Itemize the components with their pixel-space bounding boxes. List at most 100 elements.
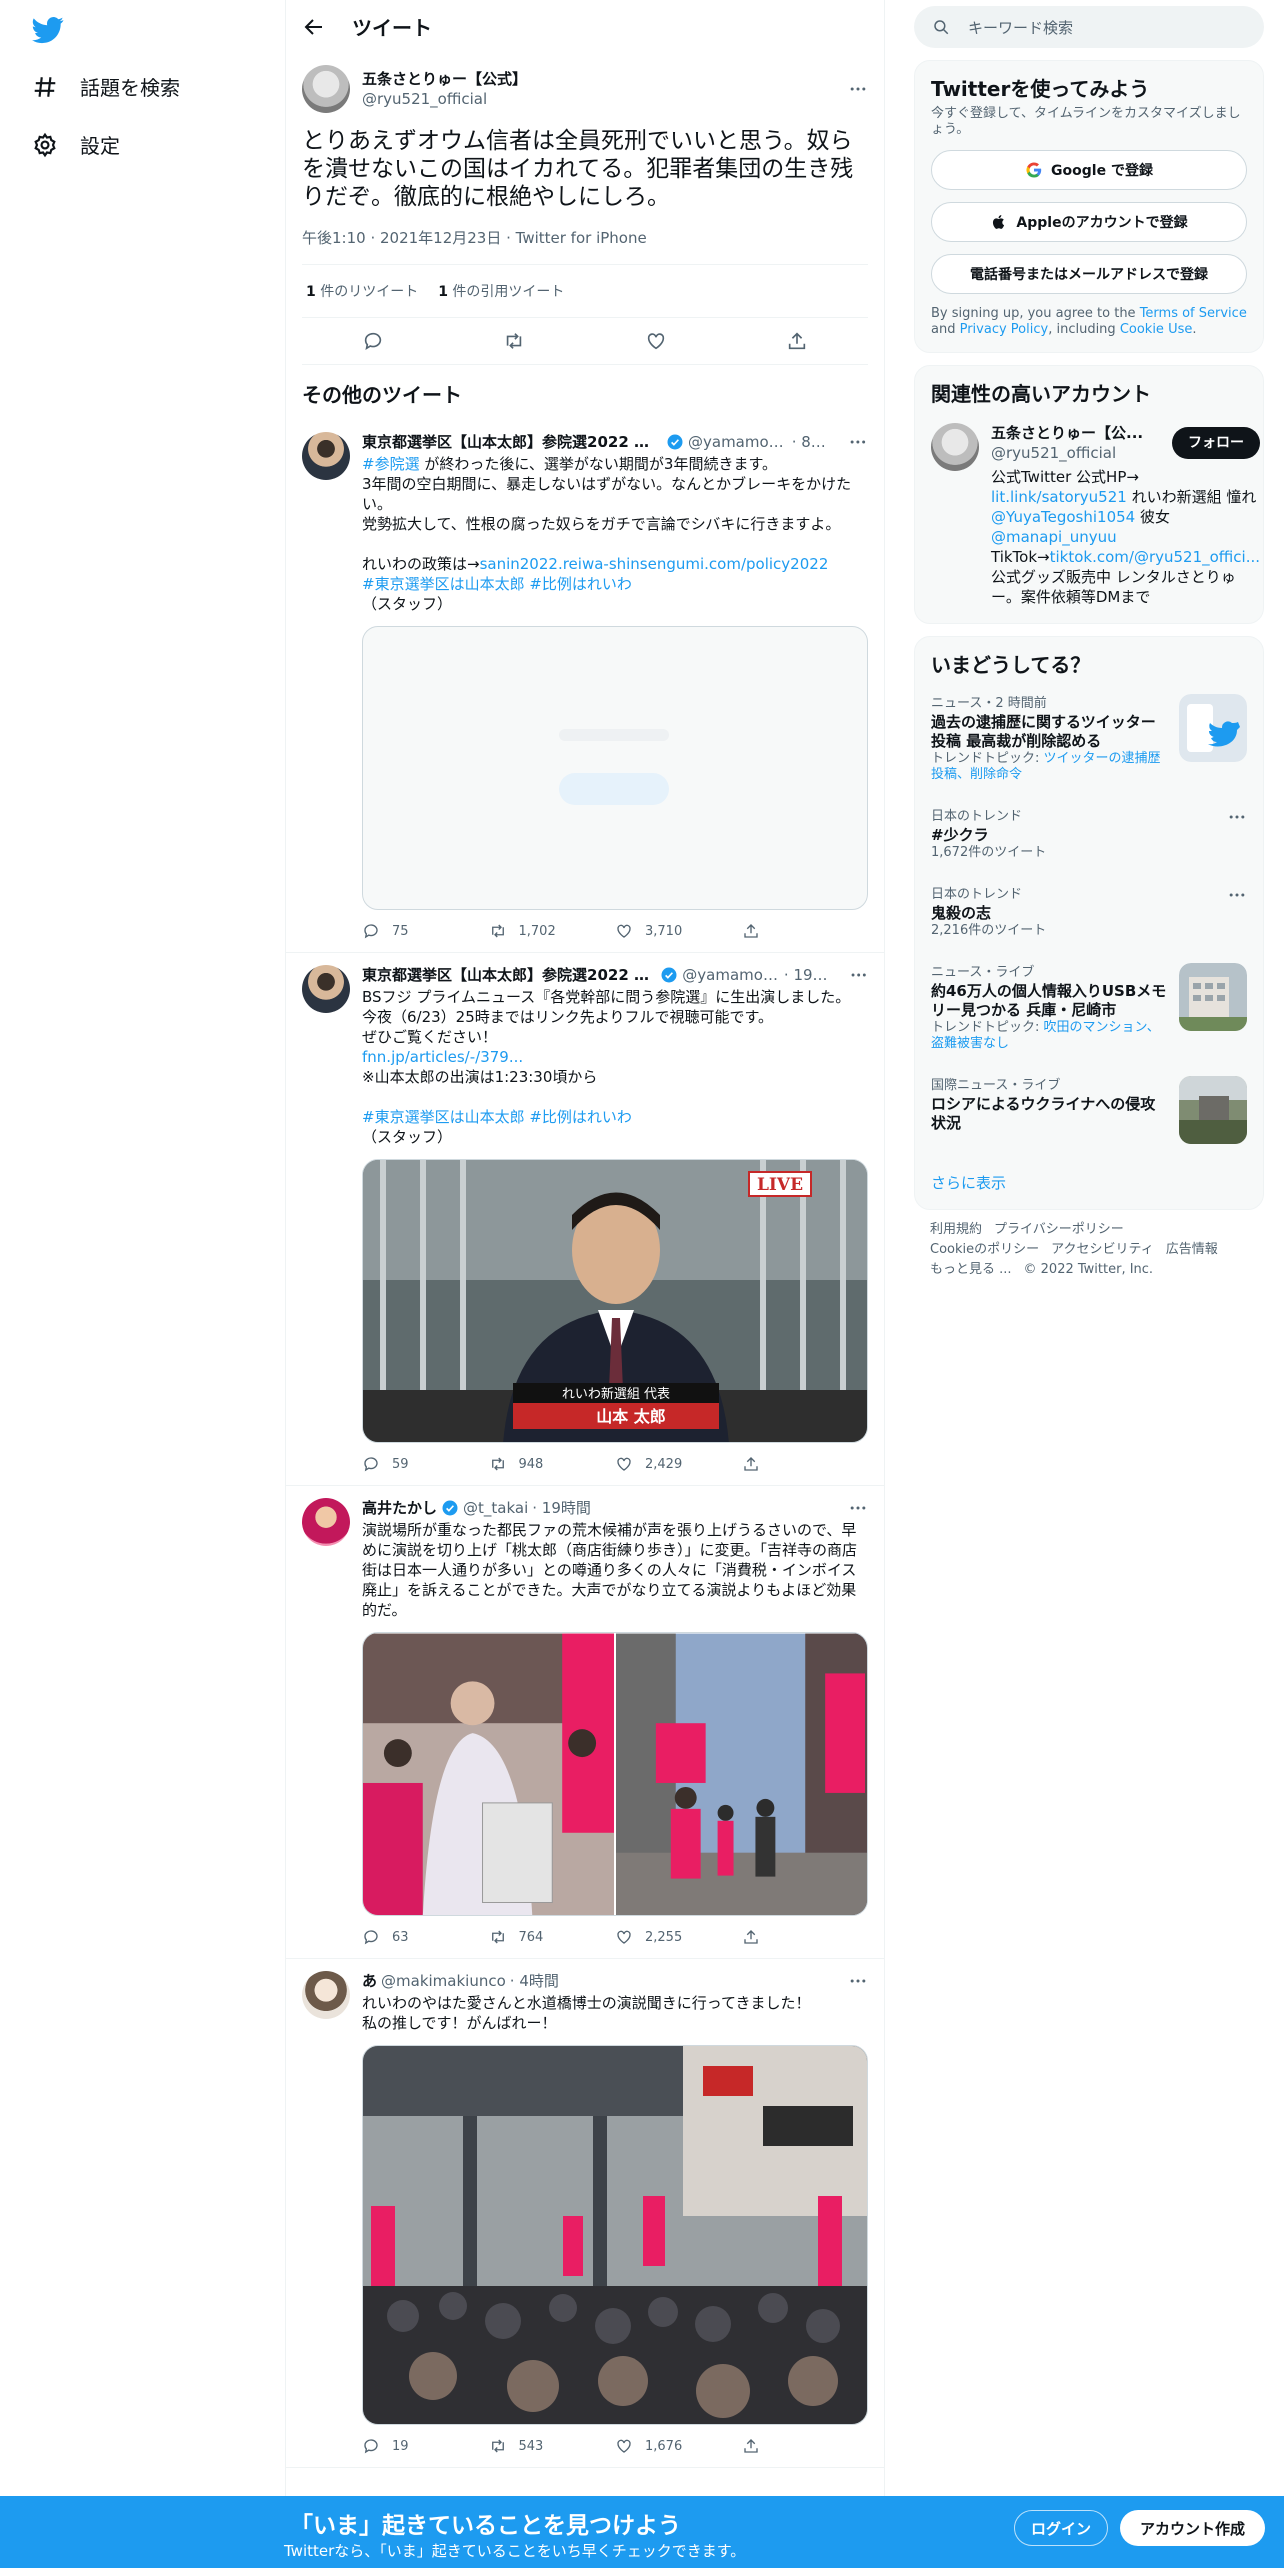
terms-of-service-link[interactable]: Terms of Service — [1140, 306, 1247, 321]
reply-button[interactable]: 19 — [362, 2437, 489, 2455]
footer-accessibility-link[interactable]: アクセシビリティ — [1051, 1242, 1154, 1257]
share-icon — [743, 1930, 758, 1944]
more-options-icon[interactable] — [848, 432, 868, 452]
more-options-icon[interactable] — [1227, 807, 1247, 827]
video-embed-placeholder[interactable] — [362, 626, 868, 910]
avatar[interactable] — [931, 423, 979, 471]
tweet-image[interactable]: れいわ新選組 代表 山本 太郎 LIVE — [362, 1159, 868, 1443]
tweet-image[interactable] — [362, 2045, 868, 2425]
avatar[interactable] — [302, 965, 350, 1013]
related-name[interactable]: 五条さとりゅー【公... — [991, 423, 1164, 443]
share-icon[interactable] — [786, 330, 808, 352]
like-button[interactable]: 1,676 — [615, 2437, 742, 2455]
bio-mention[interactable]: @manapi_unyuu — [991, 528, 1117, 546]
footer-ads-link[interactable]: 広告情報 — [1166, 1242, 1218, 1257]
tweet-link[interactable]: #東京選挙区は山本太郎 #比例はれいわ — [362, 575, 632, 593]
trend-item[interactable]: ニュース・2 時間前 過去の逮捕歴に関するツイッター投稿 最高裁が削除認める ト… — [915, 682, 1263, 795]
retweet-count-link[interactable]: 1 件のリツイート — [306, 281, 418, 301]
privacy-policy-link[interactable]: Privacy Policy — [960, 322, 1049, 337]
nav-settings[interactable]: 設定 — [32, 130, 120, 159]
tweet-timestamp[interactable]: 午後1:10 · 2021年12月23日 · Twitter for iPhon… — [302, 227, 868, 265]
tweet-author-handle[interactable]: @makimakiunco — [381, 1971, 506, 1991]
tweet-author-name[interactable]: 東京都選挙区【山本太郎】参院選2022 れ... — [362, 965, 656, 985]
google-signup-button[interactable]: Google で登録 — [931, 150, 1247, 190]
reply-button[interactable]: 63 — [362, 1928, 489, 1946]
more-options-icon[interactable] — [848, 79, 868, 99]
nav-explore[interactable]: 話題を検索 — [32, 72, 180, 101]
author-name[interactable]: 五条さとりゅー【公式】 — [362, 69, 836, 89]
follow-button[interactable]: フォロー — [1172, 427, 1261, 459]
avatar[interactable] — [302, 1971, 350, 2019]
cookie-use-link[interactable]: Cookie Use — [1120, 322, 1193, 337]
back-arrow-icon[interactable] — [302, 15, 326, 39]
show-more-link[interactable]: さらに表示 — [915, 1156, 1263, 1209]
like-button[interactable]: 3,710 — [615, 922, 742, 940]
login-button[interactable]: ログイン — [1014, 2510, 1109, 2546]
tweet-time[interactable]: · 19時間 — [784, 965, 841, 985]
quote-count-link[interactable]: 1 件の引用ツイート — [438, 281, 564, 301]
tweet-author-name[interactable]: 高井たかし — [362, 1498, 437, 1518]
like-button[interactable]: 2,255 — [615, 1928, 742, 1946]
twitter-logo-icon[interactable] — [32, 14, 64, 46]
search-box[interactable]: キーワード検索 — [914, 6, 1264, 48]
author-handle[interactable]: @ryu521_official — [362, 89, 836, 109]
share-button[interactable] — [742, 2437, 869, 2455]
tweet-link[interactable]: #東京選挙区は山本太郎 #比例はれいわ — [362, 1108, 632, 1126]
tweet-link[interactable]: sanin2022.reiwa-shinsengumi.com/policy20… — [480, 555, 829, 573]
more-options-icon[interactable] — [849, 965, 868, 985]
retweet-icon[interactable] — [503, 330, 525, 352]
bio-link[interactable]: tiktok.com/@ryu521_offici... — [1050, 548, 1260, 566]
more-options-icon[interactable] — [848, 1971, 868, 1991]
retweet-button[interactable]: 948 — [489, 1455, 616, 1473]
more-options-icon[interactable] — [848, 1498, 868, 1518]
gear-icon — [34, 132, 56, 157]
tweet-time[interactable]: · 19時間 — [532, 1498, 591, 1518]
apple-signup-button[interactable]: Appleのアカウントで登録 — [931, 202, 1247, 242]
phone-email-signup-button[interactable]: 電話番号またはメールアドレスで登録 — [931, 254, 1247, 294]
tweet-item[interactable]: 東京都選挙区【山本太郎】参院選2022 れ... @yamamot... · 1… — [286, 953, 884, 1486]
retweet-button[interactable]: 543 — [489, 2437, 616, 2455]
bio-link[interactable]: lit.link/satoryu521 — [991, 488, 1127, 506]
tweet-author-name[interactable]: 東京都選挙区【山本太郎】参院選2022 れ... — [362, 432, 662, 452]
footer-cookie-link[interactable]: Cookieのポリシー — [930, 1242, 1039, 1257]
create-account-button[interactable]: アカウント作成 — [1120, 2510, 1266, 2546]
tweet-time[interactable]: · 4時間 — [510, 1971, 559, 1991]
trend-item[interactable]: 日本のトレンド 鬼殺の志 2,216件のツイート — [915, 873, 1263, 951]
footer-privacy-link[interactable]: プライバシーポリシー — [994, 1222, 1124, 1237]
footer-more-link[interactable]: もっと見る ... — [930, 1262, 1012, 1277]
retweet-button[interactable]: 1,702 — [489, 922, 616, 940]
retweet-button[interactable]: 764 — [489, 1928, 616, 1946]
avatar[interactable] — [302, 432, 350, 480]
tweet-image[interactable] — [363, 1633, 614, 1916]
bio-text: TikTok→ — [991, 548, 1050, 566]
tweet-item[interactable]: 高井たかし @t_takai · 19時間 演説場所が重なった都民ファの荒木候補… — [286, 1486, 884, 1959]
tweet-author-name[interactable]: あ — [362, 1971, 377, 1991]
footer-terms-link[interactable]: 利用規約 — [930, 1222, 982, 1237]
tweet-link[interactable]: fnn.jp/articles/-/379... — [362, 1048, 523, 1066]
trend-item[interactable]: 国際ニュース・ライブ ロシアによるウクライナへの侵攻状況 — [915, 1064, 1263, 1156]
tweet-time[interactable]: · 8時間 — [792, 432, 841, 452]
trend-item[interactable]: ニュース・ライブ 約46万人の個人情報入りUSBメモリー見つかる 兵庫・尼崎市 … — [915, 951, 1263, 1064]
tweet-link[interactable]: #参院選 — [362, 455, 420, 473]
related-account[interactable]: 五条さとりゅー【公... @ryu521_official フォロー 公式Twi… — [915, 411, 1263, 623]
tweet-author-handle[interactable]: @yamamot... — [682, 965, 780, 985]
avatar[interactable] — [302, 65, 350, 113]
share-button[interactable] — [742, 1928, 869, 1946]
like-icon[interactable] — [645, 330, 667, 352]
tweet-item[interactable]: 東京都選挙区【山本太郎】参院選2022 れ... @yamamot... · 8… — [286, 420, 884, 953]
avatar[interactable] — [302, 1498, 350, 1546]
like-button[interactable]: 2,429 — [615, 1455, 742, 1473]
tweet-image[interactable] — [616, 1633, 867, 1916]
trend-item[interactable]: 日本のトレンド #少クラ 1,672件のツイート — [915, 795, 1263, 873]
more-options-icon[interactable] — [1227, 885, 1247, 905]
tweet-item[interactable]: あ @makimakiunco · 4時間 れいわのやはた愛さんと水道橋博士の演… — [286, 1959, 884, 2468]
tweet-author-handle[interactable]: @t_takai — [463, 1498, 528, 1518]
share-button[interactable] — [742, 1455, 869, 1473]
bio-mention[interactable]: @YuyaTegoshi1054 — [991, 508, 1135, 526]
related-handle[interactable]: @ryu521_official — [991, 443, 1164, 463]
tweet-author-handle[interactable]: @yamamot... — [688, 432, 788, 452]
reply-button[interactable]: 75 — [362, 922, 489, 940]
reply-icon[interactable] — [362, 330, 384, 352]
share-button[interactable] — [742, 922, 869, 940]
reply-button[interactable]: 59 — [362, 1455, 489, 1473]
